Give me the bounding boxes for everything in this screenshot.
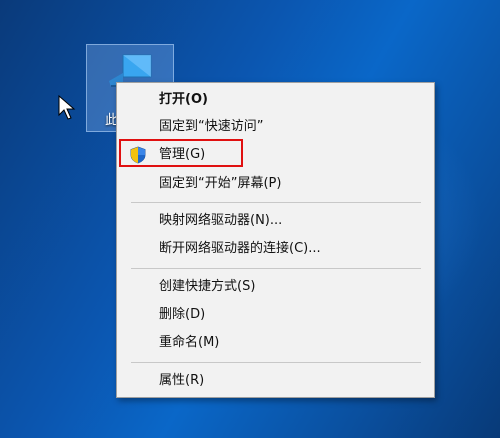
menu-item-label: 删除(D): [159, 307, 206, 322]
menu-item-label: 固定到“开始”屏幕(P): [159, 176, 282, 191]
menu-item-properties[interactable]: 属性(R): [117, 368, 434, 394]
menu-item-rename[interactable]: 重命名(M): [117, 330, 434, 356]
menu-item-label: 打开(O): [159, 92, 208, 107]
menu-item-disconnect-network-drive[interactable]: 断开网络驱动器的连接(C)...: [117, 236, 434, 262]
menu-item-label: 管理(G): [159, 147, 206, 162]
menu-item-label: 重命名(M): [159, 335, 220, 350]
menu-item-label: 断开网络驱动器的连接(C)...: [159, 241, 321, 256]
menu-item-pin-quick-access[interactable]: 固定到“快速访问”: [117, 114, 434, 140]
menu-item-pin-start[interactable]: 固定到“开始”屏幕(P): [117, 171, 434, 197]
mouse-cursor-icon: [58, 95, 76, 120]
uac-shield-icon: [130, 146, 146, 164]
context-menu: 打开(O) 固定到“快速访问” 管理(G) 固定到“开始”屏幕(P) 映射网络驱…: [116, 82, 435, 398]
menu-separator: [131, 202, 421, 203]
menu-item-label: 映射网络驱动器(N)...: [159, 213, 283, 228]
menu-item-manage[interactable]: 管理(G): [117, 142, 434, 168]
menu-separator: [131, 362, 421, 363]
menu-item-create-shortcut[interactable]: 创建快捷方式(S): [117, 274, 434, 300]
menu-item-delete[interactable]: 删除(D): [117, 302, 434, 328]
menu-item-label: 创建快捷方式(S): [159, 279, 256, 294]
menu-separator: [131, 268, 421, 269]
menu-item-open[interactable]: 打开(O): [117, 87, 434, 113]
menu-item-label: 固定到“快速访问”: [159, 119, 264, 134]
menu-item-label: 属性(R): [159, 373, 205, 388]
menu-item-map-network-drive[interactable]: 映射网络驱动器(N)...: [117, 208, 434, 234]
